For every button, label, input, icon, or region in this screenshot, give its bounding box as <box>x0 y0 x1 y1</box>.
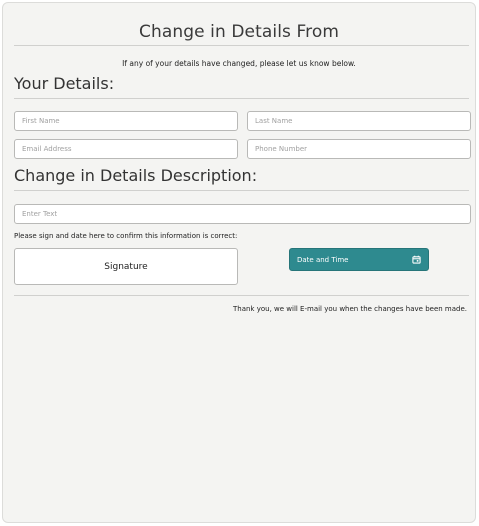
title-divider <box>14 45 469 46</box>
description-heading: Change in Details Description: <box>14 166 258 185</box>
last-name-field[interactable] <box>247 111 471 131</box>
date-time-button[interactable]: Date and Time <box>289 248 429 271</box>
email-field[interactable] <box>14 139 238 159</box>
calendar-icon <box>412 255 421 264</box>
phone-field[interactable] <box>247 139 471 159</box>
description-divider <box>14 190 469 191</box>
signature-box[interactable]: Signature <box>14 248 238 285</box>
first-name-field[interactable] <box>14 111 238 131</box>
description-field[interactable] <box>14 204 471 224</box>
thanks-text: Thank you, we will E-mail you when the c… <box>232 305 467 313</box>
footer-divider <box>14 295 469 296</box>
signature-label: Signature <box>104 261 148 272</box>
date-time-label: Date and Time <box>297 255 349 264</box>
form-title: Change in Details From <box>138 22 340 42</box>
your-details-heading: Your Details: <box>14 74 115 93</box>
your-details-divider <box>14 98 469 99</box>
form-card: Change in Details From If any of your de… <box>2 2 476 523</box>
confirm-text: Please sign and date here to confirm thi… <box>14 232 238 240</box>
intro-text: If any of your details have changed, ple… <box>122 59 356 68</box>
